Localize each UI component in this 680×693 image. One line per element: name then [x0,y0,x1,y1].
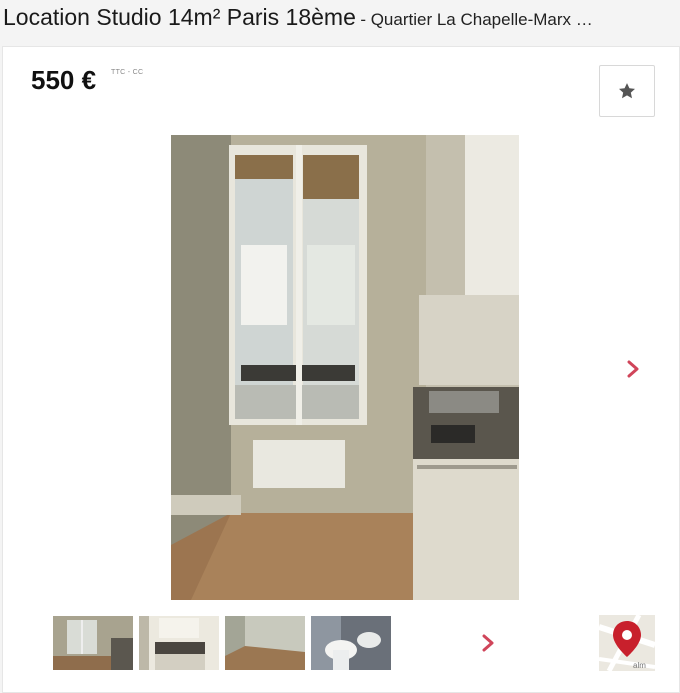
next-photo-button[interactable] [621,352,645,386]
favorite-button[interactable] [599,65,655,117]
studio-photo [171,135,519,600]
chevron-right-icon [482,634,494,652]
thumbnail-4[interactable] [311,616,391,670]
listing-title-bar: Location Studio 14m² Paris 18ème - Quart… [0,0,680,38]
map-button[interactable]: alm [599,615,655,671]
thumbnail-3[interactable] [225,616,305,670]
chevron-right-icon [627,360,639,378]
thumbnail-1[interactable] [53,616,133,670]
listing-subtitle: - Quartier La Chapelle-Marx … [360,10,593,29]
map-thumbnail: alm [599,615,655,671]
thumbnail-2[interactable] [139,616,219,670]
main-photo[interactable] [171,135,519,600]
map-street-label: alm [633,661,646,670]
next-thumbnails-button[interactable] [477,628,499,658]
listing-price: 550 € [31,65,97,95]
price-note: TTC - CC [111,69,144,76]
listing-card: 550 € TTC - CC alm [2,46,680,693]
listing-title: Location Studio 14m² Paris 18ème [3,4,356,30]
star-icon [619,83,635,99]
